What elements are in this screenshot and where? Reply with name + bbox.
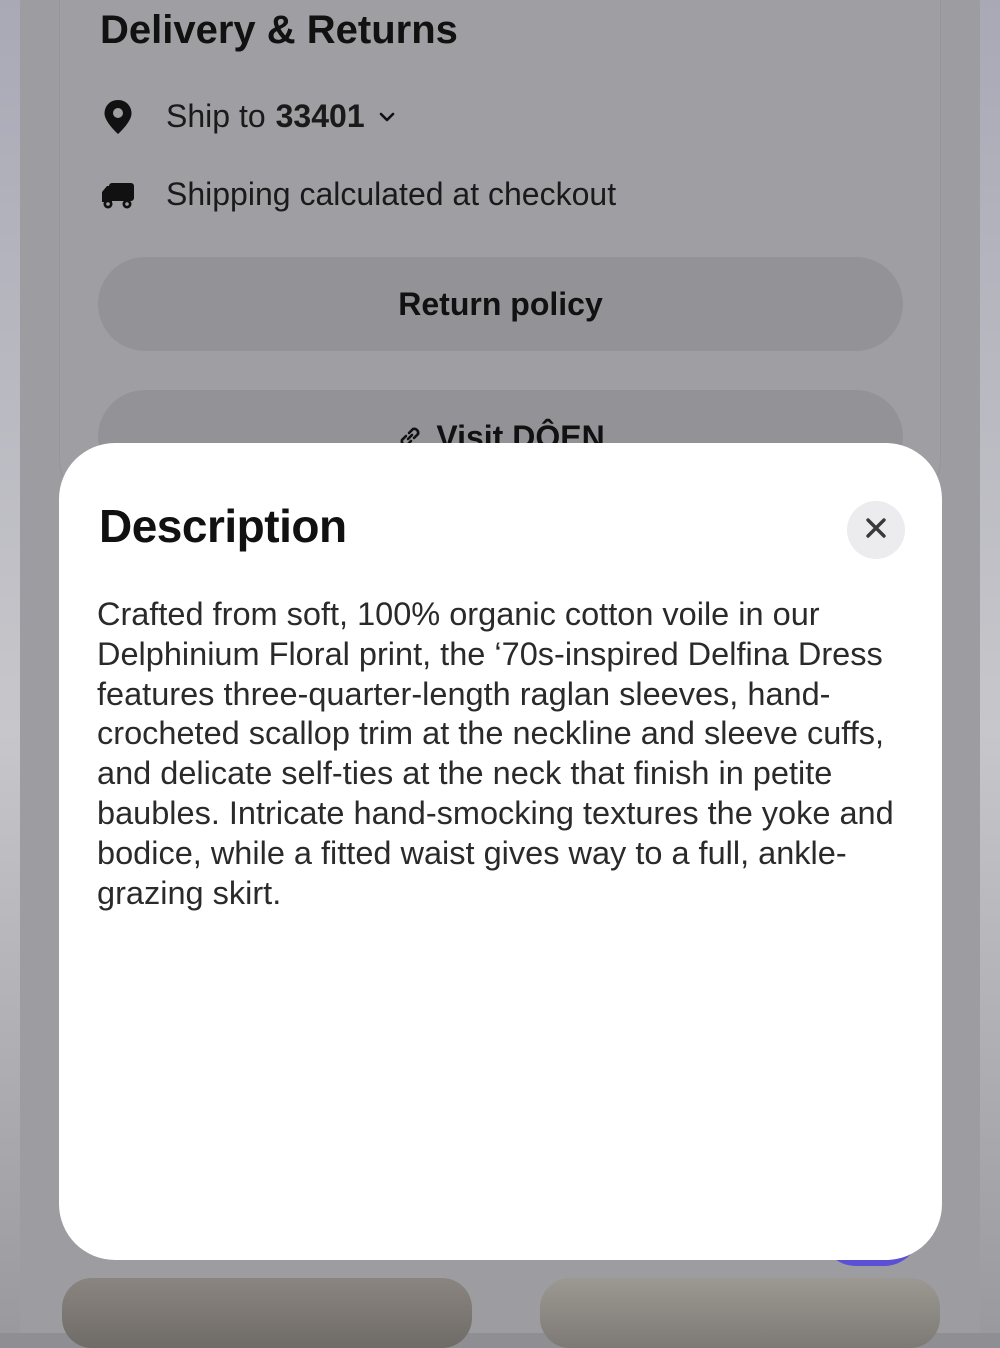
truck-icon [100,177,136,213]
shipping-calculated-text: Shipping calculated at checkout [166,176,617,212]
shipping-info-row: Shipping calculated at checkout [100,176,616,213]
return-policy-button[interactable]: Return policy [98,257,903,351]
chevron-down-icon[interactable] [379,111,395,123]
ship-to-label: Ship to [166,98,266,134]
edge-left [0,0,20,1333]
description-body: Crafted from soft, 100% organic cotton v… [97,596,894,911]
product-image-peek-2 [540,1278,940,1348]
description-title: Description [99,500,347,552]
close-button[interactable] [847,501,905,559]
close-icon [864,516,888,545]
ship-to-zip[interactable]: 33401 [276,98,365,135]
product-image-peek-1 [62,1278,472,1348]
delivery-returns-heading: Delivery & Returns [100,8,458,52]
description-sheet: Description Crafted from soft, 100% orga… [59,443,942,1260]
edge-right [980,0,1000,1333]
ship-to-row[interactable]: Ship to 33401 [100,98,395,135]
location-pin-icon [100,99,136,135]
